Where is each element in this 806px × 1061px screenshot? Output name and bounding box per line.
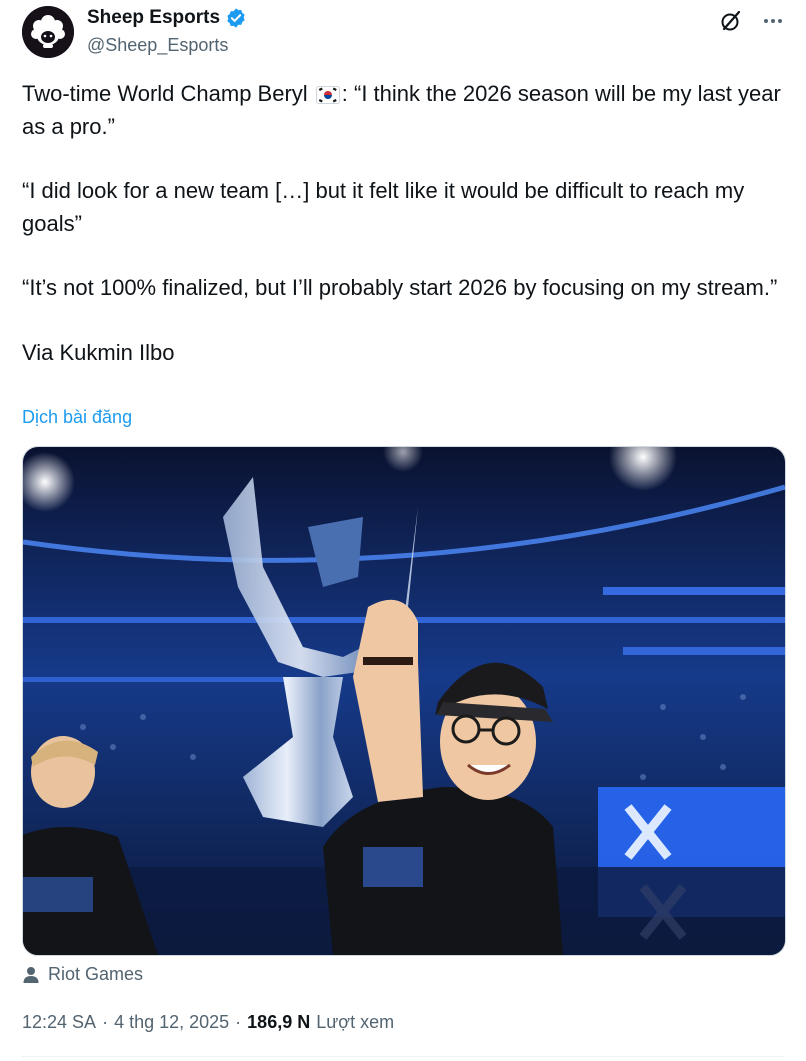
divider (22, 1056, 784, 1057)
post-text-segment: Two-time World Champ Beryl (22, 81, 314, 106)
author-handle[interactable]: @Sheep_Esports (87, 35, 228, 56)
post-paragraph: Two-time World Champ Beryl : “I think th… (22, 78, 782, 143)
meta-separator: · (102, 1012, 109, 1032)
post-date[interactable]: 4 thg 12, 2025 (114, 1012, 229, 1033)
translate-post-link[interactable]: Dịch bài đăng (22, 407, 132, 428)
person-icon (23, 966, 39, 983)
south-korea-flag-icon (315, 86, 340, 105)
post-image[interactable] (22, 446, 786, 956)
author-name-row[interactable]: Sheep Esports (87, 7, 247, 29)
post-time[interactable]: 12:24 SA (22, 1012, 96, 1033)
media-credit-label: Riot Games (48, 964, 144, 984)
post-text: Two-time World Champ Beryl : “I think th… (22, 78, 782, 401)
grok-icon (721, 10, 741, 31)
avatar[interactable] (22, 6, 74, 58)
more-icon (764, 19, 782, 23)
post-paragraph: “It’s not 100% finalized, but I’ll proba… (22, 275, 778, 300)
media-credit[interactable]: Riot Games (22, 964, 143, 985)
sheep-logo-icon (22, 6, 74, 58)
trophy-photo (23, 447, 785, 955)
post-meta: 12:24 SA · 4 thg 12, 2025 · 186,9 N Lượt… (22, 1012, 394, 1033)
grok-button[interactable] (718, 8, 744, 34)
views-label: Lượt xem (316, 1012, 395, 1032)
more-button[interactable] (760, 8, 786, 34)
post-actions (718, 8, 786, 34)
meta-separator: · (235, 1012, 242, 1032)
views-count[interactable]: 186,9 N (247, 1012, 310, 1033)
post-paragraph: “I did look for a new team […] but it fe… (22, 178, 745, 236)
display-name[interactable]: Sheep Esports (87, 7, 220, 29)
verified-badge-icon (227, 8, 245, 28)
post-paragraph: Via Kukmin Ilbo (22, 339, 175, 365)
